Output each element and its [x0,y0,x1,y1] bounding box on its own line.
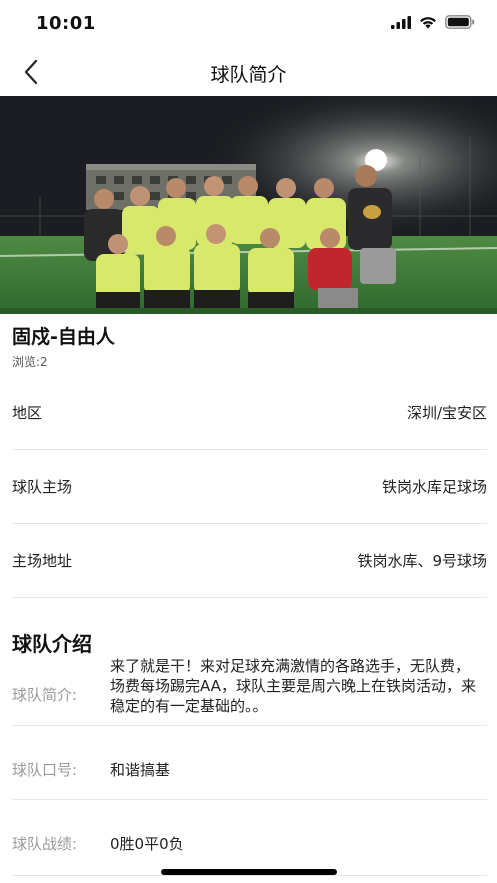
status-bar: 10:01 [0,0,497,48]
page-title: 球队简介 [210,64,287,86]
info-row-label: 主场地址 [12,552,73,570]
intro-brief-text: 来了就是干！来对足球充满激情的各路选手，无队费，场费每场踢完AA，球队主要是周六… [110,657,476,715]
intro-slogan-text: 和谐搞基 [110,761,171,779]
info-row-home-address: 主场地址 铁岗水库、9号球场 [12,524,487,598]
battery-icon [445,15,475,29]
view-count-value: 2 [40,355,48,369]
info-row-label: 地区 [12,404,43,422]
view-count-label: 浏览: [12,355,41,369]
info-row-value: 深圳/宝安区 [406,404,487,422]
intro-section-title: 球队介绍 [12,632,92,656]
signal-icon [391,15,411,29]
intro-record-label: 球队战绩: [12,835,78,853]
info-row-label: 球队主场 [12,478,73,496]
status-icons [391,15,475,29]
wifi-icon [420,16,436,28]
team-name: 固戍-自由人 [12,326,115,348]
info-row-region: 地区 深圳/宝安区 [12,376,487,450]
intro-row-slogan: 球队口号: 和谐搞基 [12,726,487,800]
info-row-home-field: 球队主场 铁岗水库足球场 [12,450,487,524]
view-count: 浏览:2 [12,353,48,370]
intro-slogan-label: 球队口号: [12,761,78,779]
intro-brief-label: 球队简介: [12,686,78,704]
info-row-value: 铁岗水库、9号球场 [357,552,487,570]
status-time: 10:01 [36,13,96,34]
intro-row-record: 球队战绩: 0胜0平0负 [12,800,487,876]
intro-record-text: 0胜0平0负 [110,835,184,853]
info-row-value: 铁岗水库足球场 [381,478,487,496]
team-photo [0,96,497,314]
nav-bar: 球队简介 [0,48,497,96]
home-indicator[interactable] [161,869,337,875]
intro-row-brief: 球队简介: 来了就是干！来对足球充满激情的各路选手，无队费，场费每场踢完AA，球… [12,654,487,726]
